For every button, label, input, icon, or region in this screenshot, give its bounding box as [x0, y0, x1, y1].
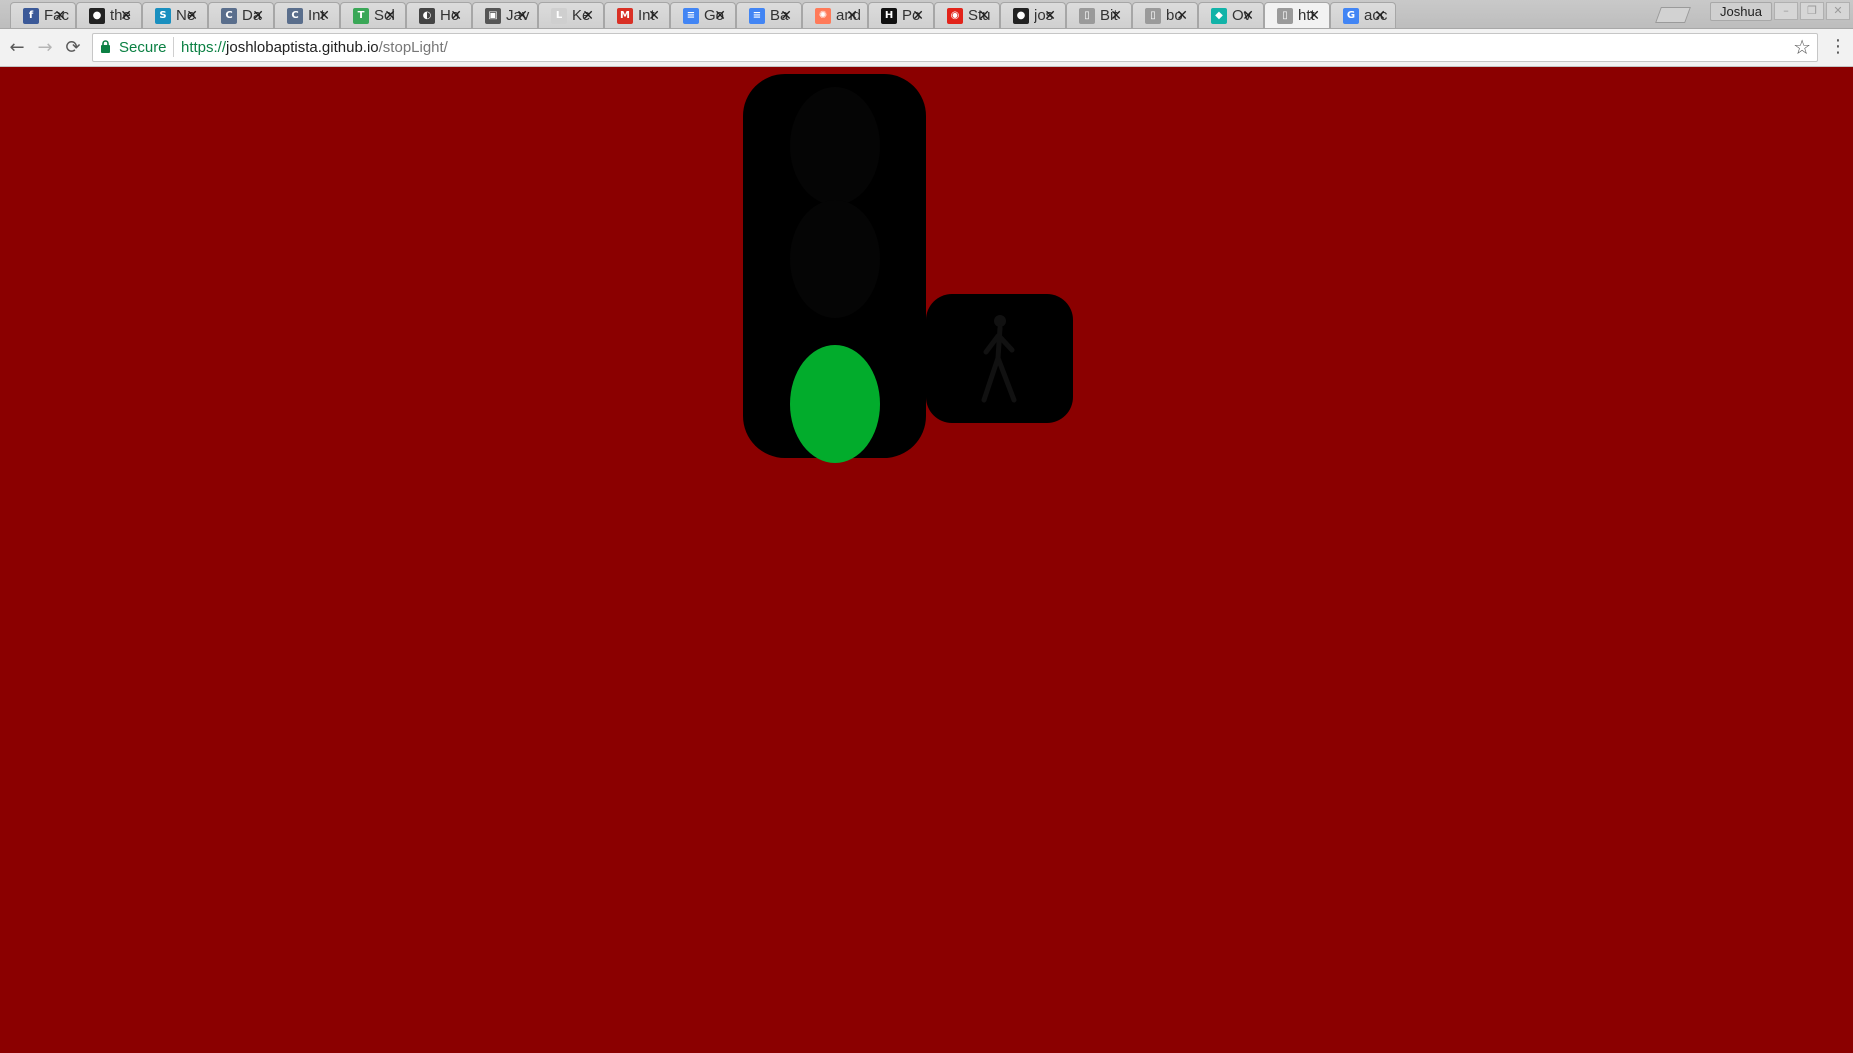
tab-close-icon[interactable]: ✕ — [252, 7, 264, 25]
tab-close-icon[interactable]: ✕ — [1242, 7, 1254, 25]
tab-close-icon[interactable]: ✕ — [1044, 7, 1056, 25]
profile-button[interactable]: Joshua — [1710, 2, 1772, 21]
page-viewport — [0, 67, 1853, 1053]
pedestrian-signal — [926, 294, 1073, 423]
tab-close-icon[interactable]: ✕ — [318, 7, 330, 25]
tech-logo-icon: T — [353, 7, 369, 24]
tab-close-icon[interactable]: ✕ — [186, 7, 198, 25]
tab-close-icon[interactable]: ✕ — [1308, 7, 1320, 25]
tab-close-icon[interactable]: ✕ — [912, 7, 924, 25]
browser-tab[interactable]: ▯ Bit ✕ — [1066, 2, 1132, 28]
tab-close-icon[interactable]: ✕ — [1176, 7, 1188, 25]
browser-tab[interactable]: ◆ Ov ✕ — [1198, 2, 1264, 28]
address-divider — [173, 37, 174, 57]
s-circle-icon: S — [155, 7, 171, 24]
page-icon: ▯ — [1277, 7, 1293, 24]
facebook-icon: f — [23, 7, 39, 24]
google-docs-icon: ≡ — [749, 7, 765, 24]
browser-tab[interactable]: f Fac ✕ — [10, 2, 76, 28]
image-icon: ▣ — [485, 7, 501, 24]
c-logo-icon: C — [287, 7, 303, 24]
tab-close-icon[interactable]: ✕ — [1110, 7, 1122, 25]
tab-list: f Fac ✕ ● the ✕ S Ne ✕ C Da ✕ C Int ✕ T Scl ✕ ◐ Ho ✕ ▣ Jav ✕ L Ke… — [10, 2, 1396, 28]
tab-close-icon[interactable]: ✕ — [648, 7, 660, 25]
yellow-lamp — [790, 200, 880, 318]
browser-tab[interactable]: L Ke ✕ — [538, 2, 604, 28]
gmail-icon: M — [617, 7, 633, 24]
hackerrank-icon: H — [881, 7, 897, 24]
ring-logo-icon: ◐ — [419, 7, 435, 24]
browser-tab[interactable]: C Int ✕ — [274, 2, 340, 28]
github-icon: ● — [1013, 7, 1029, 24]
browser-chrome: f Fac ✕ ● the ✕ S Ne ✕ C Da ✕ C Int ✕ T Scl ✕ ◐ Ho ✕ ▣ Jav ✕ L Ke… — [0, 0, 1853, 67]
page-icon: ▯ — [1079, 7, 1095, 24]
github-icon: ● — [89, 7, 105, 24]
tab-close-icon[interactable]: ✕ — [582, 7, 594, 25]
close-window-button[interactable]: ✕ — [1826, 2, 1850, 20]
forward-button[interactable]: → — [34, 37, 56, 59]
browser-menu-icon[interactable]: ⋮ — [1828, 36, 1848, 58]
browser-tab[interactable]: ✺ and ✕ — [802, 2, 868, 28]
url-host: joshlobaptista.github.io — [226, 39, 379, 56]
browser-tab[interactable]: ▯ htt ✕ — [1264, 2, 1330, 28]
back-button[interactable]: ← — [6, 37, 28, 59]
browser-tab[interactable]: ▣ Jav ✕ — [472, 2, 538, 28]
red-chat-icon: ◉ — [947, 7, 963, 24]
browser-tab[interactable]: ● jos ✕ — [1000, 2, 1066, 28]
tab-close-icon[interactable]: ✕ — [516, 7, 528, 25]
browser-tab[interactable]: C Da ✕ — [208, 2, 274, 28]
address-bar[interactable]: Secure https://joshlobaptista.github.io/… — [92, 33, 1818, 62]
url-text[interactable]: https://joshlobaptista.github.io/stopLig… — [181, 39, 448, 56]
tab-close-icon[interactable]: ✕ — [714, 7, 726, 25]
l-logo-icon: L — [551, 7, 567, 24]
lock-icon — [101, 40, 110, 53]
google-docs-icon: ≡ — [683, 7, 699, 24]
tab-close-icon[interactable]: ✕ — [450, 7, 462, 25]
browser-tab[interactable]: ◉ Stu ✕ — [934, 2, 1000, 28]
browser-tab[interactable]: Gacc ✕ — [1330, 2, 1396, 28]
tab-close-icon[interactable]: ✕ — [1374, 7, 1386, 25]
browser-toolbar: ← → ⟳ Secure https://joshlobaptista.gith… — [0, 29, 1853, 67]
minimize-window-button[interactable]: – — [1774, 2, 1798, 20]
tab-close-icon[interactable]: ✕ — [120, 7, 132, 25]
green-lamp — [790, 345, 880, 463]
reload-button[interactable]: ⟳ — [62, 37, 84, 59]
security-label[interactable]: Secure — [119, 39, 167, 56]
diamond-icon: ◆ — [1211, 7, 1227, 24]
tab-close-icon[interactable]: ✕ — [978, 7, 990, 25]
red-lamp — [790, 87, 880, 205]
browser-tab[interactable]: T Scl ✕ — [340, 2, 406, 28]
tab-close-icon[interactable]: ✕ — [54, 7, 66, 25]
walking-person-icon — [981, 315, 1017, 403]
tab-close-icon[interactable]: ✕ — [384, 7, 396, 25]
browser-tab[interactable]: ● the ✕ — [76, 2, 142, 28]
page-icon: ▯ — [1145, 7, 1161, 24]
browser-tab[interactable]: ◐ Ho ✕ — [406, 2, 472, 28]
traffic-light — [743, 74, 926, 463]
restore-window-button[interactable]: ❐ — [1800, 2, 1824, 20]
browser-tab[interactable]: M Int ✕ — [604, 2, 670, 28]
url-path: /stopLight/ — [378, 39, 448, 56]
new-tab-button[interactable] — [1655, 7, 1691, 23]
url-scheme: https:// — [181, 39, 227, 56]
browser-tab[interactable]: ≡ Go ✕ — [670, 2, 736, 28]
browser-tab[interactable]: ▯ bo ✕ — [1132, 2, 1198, 28]
hubspot-icon: ✺ — [815, 7, 831, 24]
tab-strip: f Fac ✕ ● the ✕ S Ne ✕ C Da ✕ C Int ✕ T Scl ✕ ◐ Ho ✕ ▣ Jav ✕ L Ke… — [0, 0, 1853, 29]
tab-close-icon[interactable]: ✕ — [846, 7, 858, 25]
c-logo-icon: C — [221, 7, 237, 24]
browser-tab[interactable]: S Ne ✕ — [142, 2, 208, 28]
browser-tab[interactable]: ≡ Ba ✕ — [736, 2, 802, 28]
google-icon: G — [1343, 7, 1359, 24]
browser-tab[interactable]: H Po ✕ — [868, 2, 934, 28]
bookmark-star-icon[interactable]: ☆ — [1793, 35, 1811, 59]
tab-close-icon[interactable]: ✕ — [780, 7, 792, 25]
